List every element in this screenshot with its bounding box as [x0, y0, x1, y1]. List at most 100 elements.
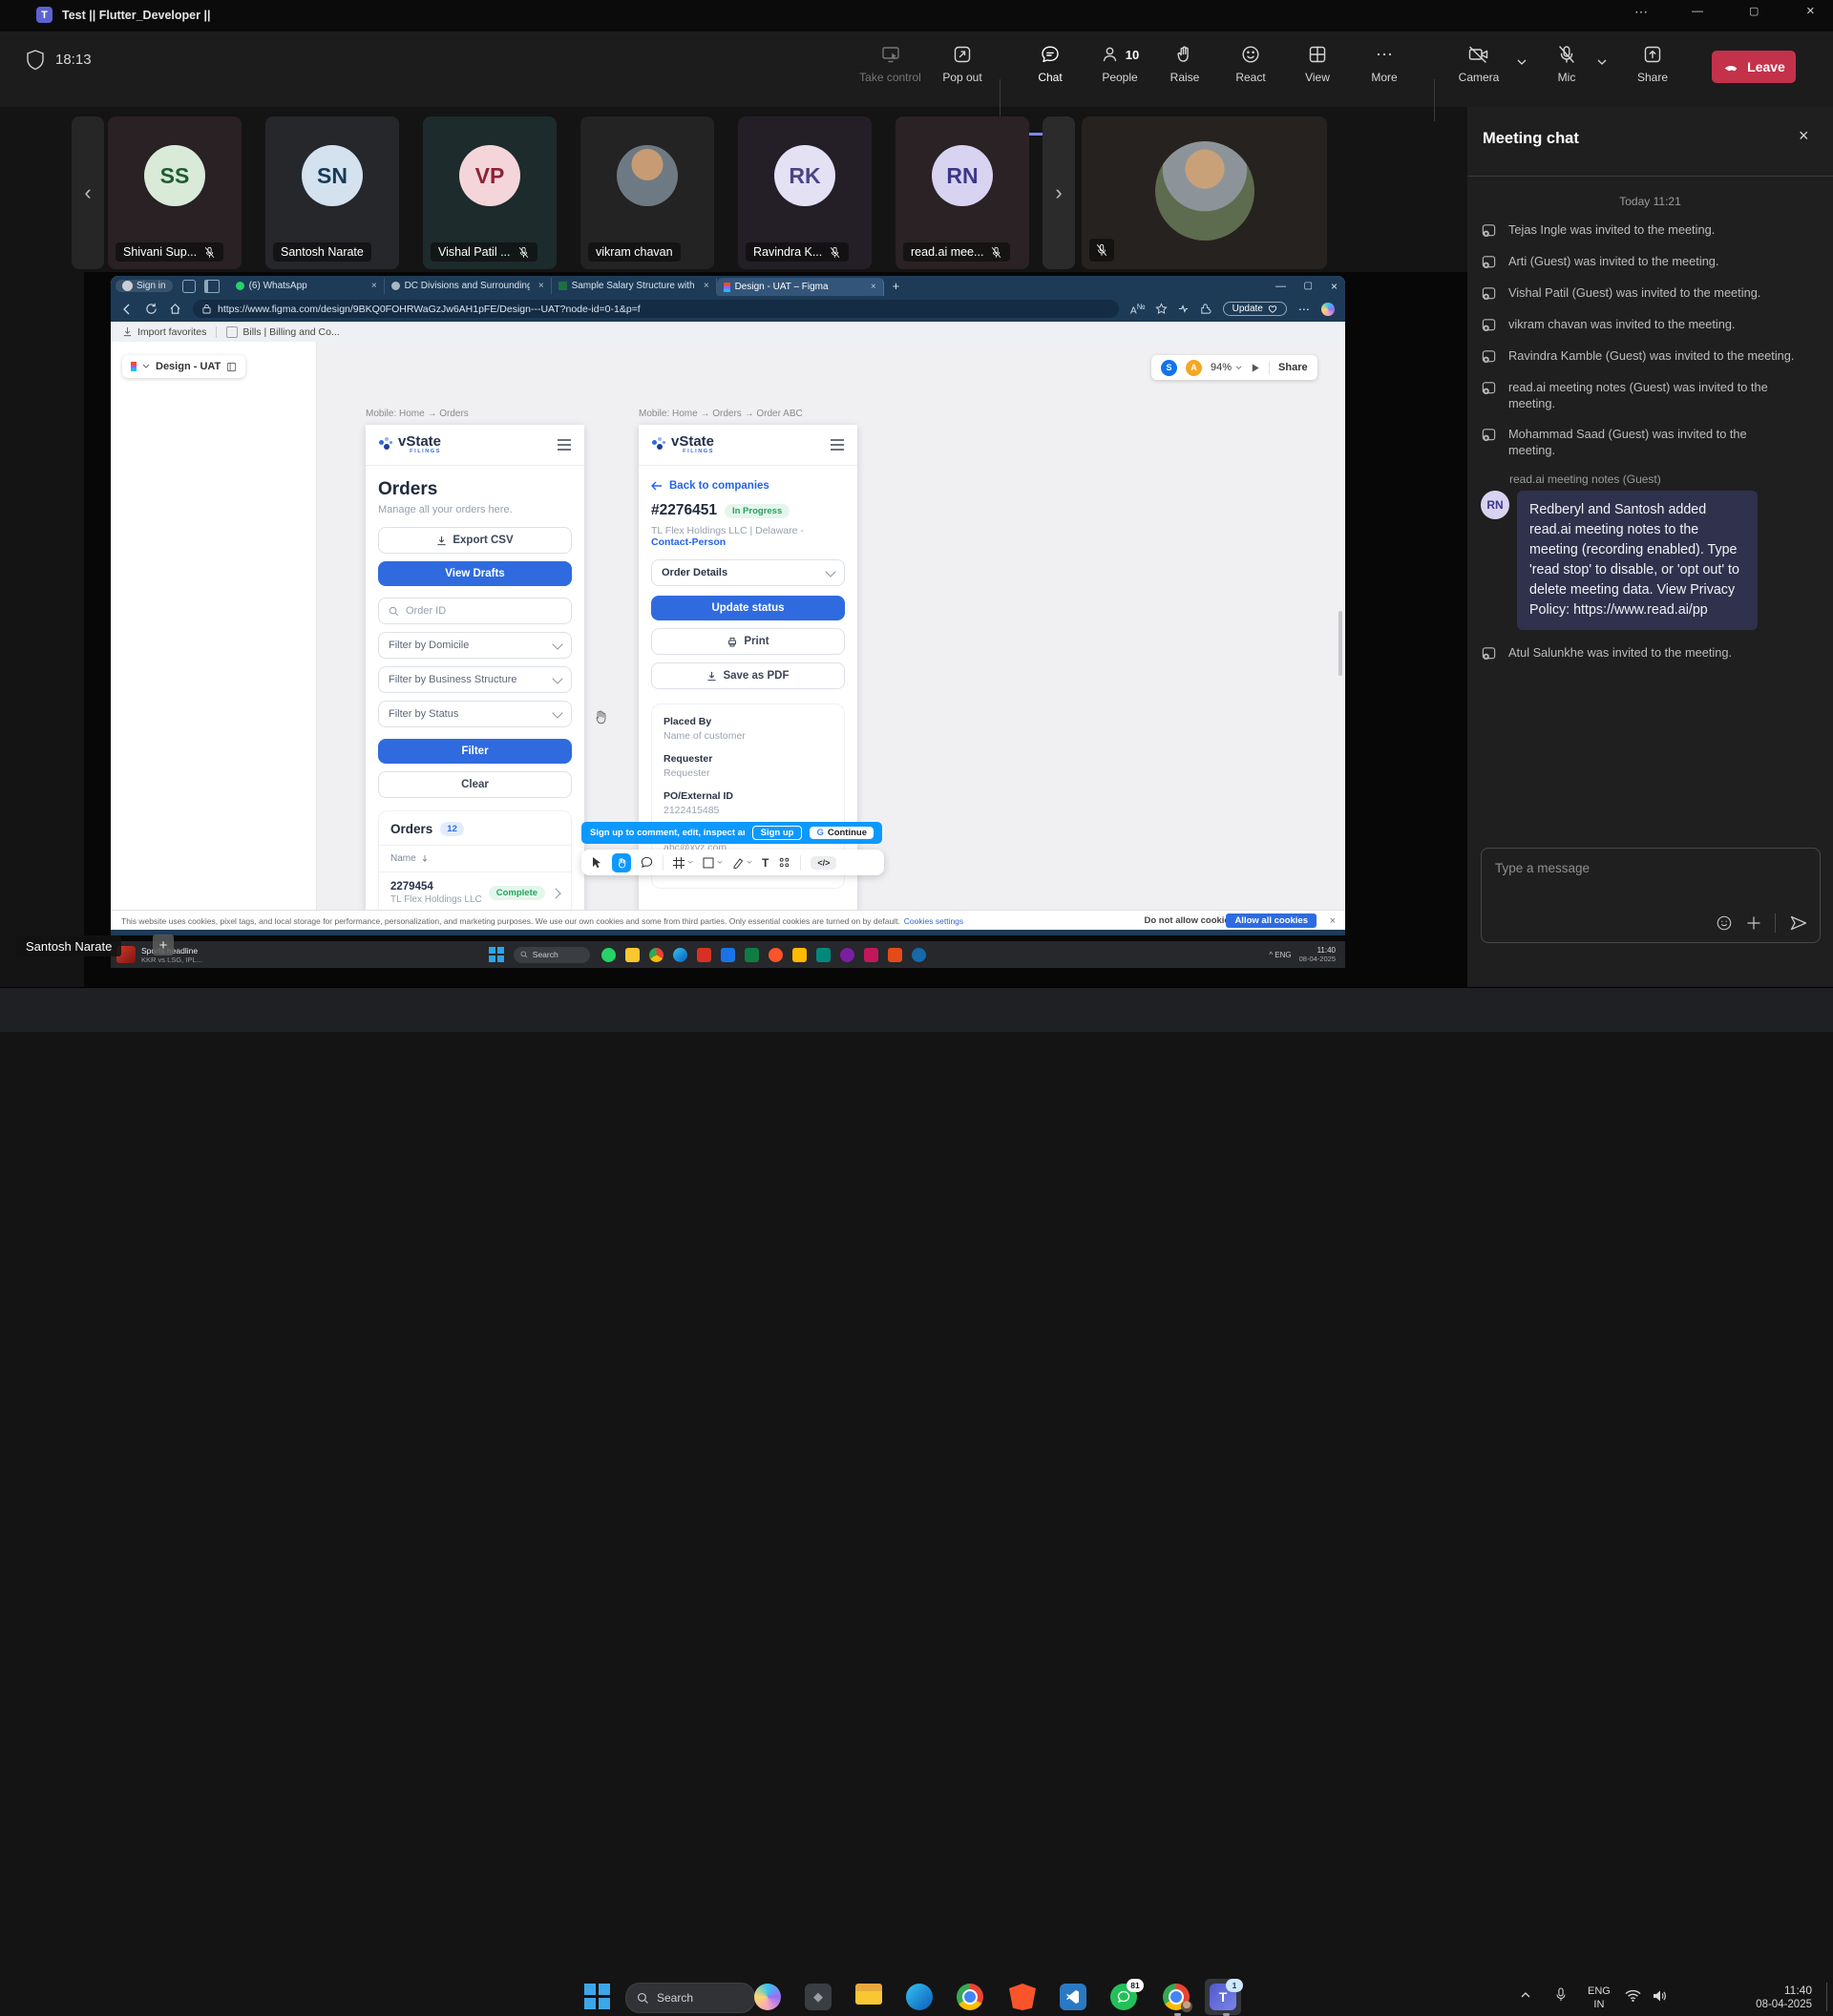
browser-essentials-icon[interactable] — [1177, 303, 1190, 315]
frame-tool[interactable] — [673, 857, 693, 869]
canvas-scrollbar[interactable] — [1338, 611, 1342, 676]
tab-close-icon[interactable]: × — [704, 281, 709, 291]
taskbar-vscode-icon[interactable] — [1060, 1984, 1086, 2010]
contact-person-link[interactable]: Contact-Person — [651, 536, 726, 548]
browser-update-button[interactable]: Update — [1223, 302, 1287, 316]
tray-mic-icon[interactable] — [1554, 1986, 1568, 2008]
app-icon[interactable] — [792, 948, 807, 962]
comment-tool-icon[interactable] — [641, 856, 653, 869]
magnifier-add-button[interactable]: + — [153, 934, 174, 956]
cookie-settings-link[interactable]: Cookies settings — [904, 916, 963, 926]
browser-minimize-button[interactable]: — — [1275, 281, 1286, 292]
hamburger-menu-icon[interactable] — [830, 439, 845, 451]
clear-button[interactable]: Clear — [378, 771, 572, 798]
more-button[interactable]: More — [1358, 44, 1411, 84]
app-icon[interactable] — [673, 948, 687, 962]
text-tool[interactable]: T — [762, 856, 769, 870]
tray-expand-chevron[interactable] — [1520, 1988, 1531, 2003]
chat-bubble[interactable]: Redberyl and Santosh added read.ai meeti… — [1517, 491, 1758, 630]
chat-close-icon[interactable]: × — [1799, 126, 1809, 146]
app-icon[interactable] — [721, 948, 735, 962]
spotlight-tile[interactable] — [1082, 116, 1327, 269]
camera-options-chevron[interactable] — [1516, 54, 1528, 72]
taskbar-search-box[interactable]: Search — [625, 1983, 755, 2013]
inner-system-tray[interactable]: ^ ENG 11:40 08-04-2025 — [1269, 946, 1336, 963]
participant-tile[interactable]: SS Shivani Sup... — [108, 116, 242, 269]
filter-business-structure-dropdown[interactable]: Filter by Business Structure — [378, 666, 572, 693]
export-csv-button[interactable]: Export CSV — [378, 527, 572, 554]
save-as-pdf-button[interactable]: Save as PDF — [651, 662, 845, 689]
tray-wifi-icon[interactable] — [1625, 1989, 1641, 2007]
participant-tile[interactable]: RN read.ai mee... — [895, 116, 1029, 269]
back-icon[interactable] — [120, 304, 134, 315]
taskbar-app-icon[interactable]: ◆ — [805, 1984, 832, 2010]
pop-out-button[interactable]: Pop out — [931, 44, 994, 84]
tray-volume-icon[interactable] — [1652, 1989, 1667, 2007]
app-icon[interactable] — [912, 948, 926, 962]
tray-clock[interactable]: 11:40 08-04-2025 — [1709, 1984, 1812, 2012]
app-icon[interactable] — [769, 948, 783, 962]
cookie-close-icon[interactable]: × — [1330, 915, 1336, 927]
hamburger-menu-icon[interactable] — [557, 439, 572, 451]
browser-tab-dc-divisions[interactable]: DC Divisions and Surroundings× — [385, 278, 552, 294]
tab-close-icon[interactable]: × — [371, 281, 377, 291]
taskbar-brave-icon[interactable] — [1009, 1984, 1036, 2010]
app-icon[interactable] — [840, 948, 854, 962]
order-row[interactable]: 2279454 TL Flex Holdings LLC Complete — [379, 872, 571, 910]
browser-tab-figma-active[interactable]: Design - UAT – Figma× — [717, 278, 884, 296]
filter-status-dropdown[interactable]: Filter by Status — [378, 701, 572, 727]
pages-icon[interactable] — [226, 362, 237, 372]
favorite-import[interactable]: Import favorites — [137, 326, 206, 338]
favorite-bills[interactable]: Bills | Billing and Co... — [242, 326, 339, 338]
refresh-icon[interactable] — [145, 303, 158, 315]
taskbar-copilot-icon[interactable] — [754, 1984, 781, 2010]
frame-label[interactable]: Mobile: Home → Orders — [366, 409, 469, 419]
app-icon[interactable] — [816, 948, 831, 962]
participant-tile[interactable]: SN Santosh Narate — [265, 116, 399, 269]
filter-domicile-dropdown[interactable]: Filter by Domicile — [378, 632, 572, 659]
mic-options-chevron[interactable] — [1596, 54, 1608, 72]
participant-tile[interactable]: RK Ravindra K... — [738, 116, 872, 269]
browser-more-icon[interactable]: ⋯ — [1298, 303, 1310, 316]
print-button[interactable]: Print — [651, 628, 845, 655]
browser-maximize-button[interactable]: ▢ — [1304, 281, 1313, 291]
react-button[interactable]: React — [1223, 44, 1278, 84]
dev-mode-toggle[interactable]: </> — [811, 856, 836, 870]
filter-button[interactable]: Filter — [378, 739, 572, 764]
order-id-search-input[interactable]: Order ID — [378, 598, 572, 624]
taskbar-whatsapp-icon[interactable]: 81 — [1110, 1984, 1137, 2010]
move-tool-icon[interactable] — [591, 856, 602, 870]
back-to-companies-link[interactable]: Back to companies — [651, 480, 845, 492]
titlebar-more-button[interactable]: ⋯ — [1634, 4, 1648, 20]
view-button[interactable]: View — [1291, 44, 1344, 84]
search-box[interactable]: Search — [514, 947, 590, 963]
participant-tile[interactable]: vikram chavan — [580, 116, 714, 269]
maximize-button[interactable]: ▢ — [1749, 5, 1759, 17]
tab-actions-icon[interactable] — [182, 280, 196, 293]
attach-plus-icon[interactable] — [1746, 915, 1761, 931]
read-aloud-icon[interactable]: A№ — [1130, 302, 1146, 316]
taskbar-teams-icon[interactable]: T 1 — [1210, 1984, 1236, 2010]
zoom-menu[interactable]: 94% — [1211, 362, 1242, 373]
address-bar[interactable]: https://www.figma.com/design/9BKQ0FOHRWa… — [193, 300, 1119, 318]
vertical-tabs-icon[interactable] — [204, 280, 220, 293]
show-desktop-divider[interactable] — [1826, 1983, 1827, 2011]
deny-cookies-button[interactable]: Do not allow cookies — [1145, 915, 1235, 926]
figma-doc-pill[interactable]: Design - UAT — [122, 355, 245, 378]
tiles-scroll-left-button[interactable]: ‹ — [72, 116, 104, 269]
new-tab-button[interactable]: + — [893, 279, 900, 293]
collaborator-avatar[interactable]: A — [1186, 360, 1202, 376]
tray-language[interactable]: ENGIN — [1588, 1984, 1611, 2011]
participant-tile[interactable]: VP Vishal Patil ... — [423, 116, 557, 269]
figma-frame-orders[interactable]: vStateFILINGS Orders Manage all your ord… — [366, 425, 584, 910]
share-button[interactable]: Share — [1625, 44, 1680, 84]
app-icon[interactable] — [697, 948, 711, 962]
copilot-icon[interactable] — [1321, 303, 1335, 316]
taskbar-chrome-profile-icon[interactable] — [1163, 1984, 1190, 2010]
chat-button[interactable]: Chat — [1023, 44, 1077, 84]
app-icon[interactable] — [864, 948, 878, 962]
favorites-star-icon[interactable] — [1155, 303, 1168, 315]
present-play-icon[interactable] — [1251, 363, 1260, 373]
tiles-scroll-right-button[interactable]: › — [1043, 116, 1075, 269]
google-continue-button[interactable]: GContinue — [810, 827, 874, 839]
